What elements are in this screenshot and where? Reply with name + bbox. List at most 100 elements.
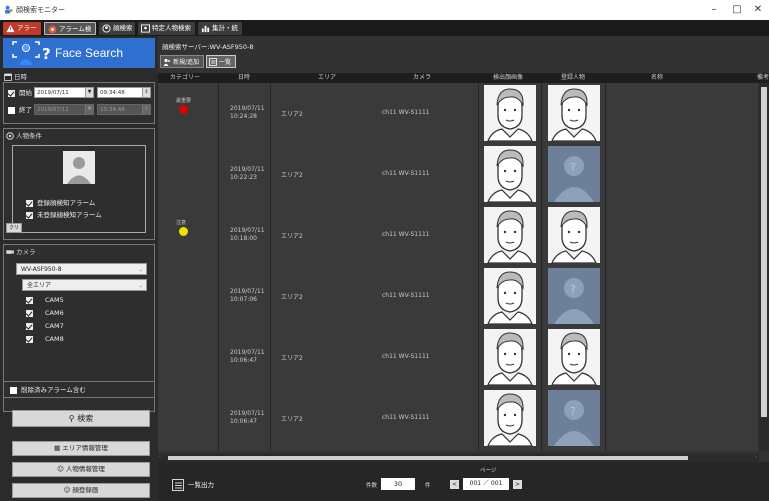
vertical-scrollbar[interactable] — [759, 83, 769, 451]
detected-face-image[interactable] — [484, 207, 536, 264]
start-time-spinner-icon[interactable]: ⇕ — [142, 88, 150, 97]
start-date-dropdown-icon[interactable]: ▼ — [85, 88, 93, 97]
detected-face-image[interactable] — [484, 268, 536, 325]
registered-face-image[interactable] — [548, 207, 600, 264]
registered-face-image[interactable]: ? — [548, 146, 600, 202]
vertical-scroll-thumb[interactable] — [761, 87, 767, 417]
registered-face-image[interactable] — [548, 85, 600, 142]
table-row[interactable]: 2019/07/11 10:07:06 エリア2 ch11 WV-S1111? — [158, 266, 758, 327]
include-cleared-checkbox-box[interactable] — [10, 386, 17, 394]
person-info-button[interactable]: ☺ 人物情報管理 — [12, 462, 150, 477]
area-select-chevron-icon: ⌄ — [138, 283, 143, 289]
tab-face-search[interactable]: 顔検索 — [99, 22, 135, 35]
start-checkbox-box[interactable] — [8, 89, 15, 97]
row-area: エリア2 — [281, 111, 303, 118]
cam-item[interactable]: CAM8 — [26, 334, 64, 344]
area-select[interactable]: 全エリア ⌄ — [22, 279, 147, 291]
svg-text:?: ? — [570, 283, 576, 296]
person-image-frame: 登録顔検知アラーム 未登録顔検知アラーム — [12, 145, 146, 233]
cam-item[interactable]: CAM6 — [26, 308, 64, 318]
header-registered-person[interactable]: 登録人物 — [543, 73, 603, 83]
face-search-logo-icon: ? — [12, 41, 51, 65]
subtab-list[interactable]: 一覧 — [206, 55, 236, 68]
row-time: 10:18:00 — [230, 235, 257, 242]
unregistered-alarm-checkbox-box[interactable] — [26, 211, 33, 219]
start-time-field[interactable]: 09:34:48 ⇕ — [97, 87, 151, 98]
registered-face-image[interactable]: ? — [548, 390, 600, 446]
search-panel: ? Face Search 日時 開始 2019/07/11 ▼ 09:34:4… — [0, 36, 158, 501]
registered-face-image[interactable] — [548, 329, 600, 386]
detected-face-image[interactable] — [484, 390, 536, 447]
horizontal-scrollbar[interactable]: ‹ › — [158, 454, 759, 462]
close-button[interactable]: ✕ — [746, 2, 769, 18]
scroll-left-icon[interactable]: ‹ — [159, 454, 161, 460]
server-select-value: WV-ASF950-8 — [21, 266, 62, 273]
count-field[interactable]: 30 — [381, 478, 415, 490]
minimize-button[interactable]: – — [702, 2, 726, 18]
table-row[interactable]: 注意 2019/07/11 10:18:00 エリア2 ch11 WV-S1111 — [158, 205, 758, 266]
registered-alarm-checkbox-box[interactable] — [26, 199, 33, 207]
cam-checkbox[interactable] — [26, 296, 33, 304]
table-row[interactable]: 2019/07/11 10:06:47 エリア2 ch11 WV-S1111 — [158, 327, 758, 388]
server-select[interactable]: WV-ASF950-8 ⌄ — [16, 263, 147, 275]
header-detected-face[interactable]: 検出顔画像 — [478, 73, 538, 83]
header-notes[interactable]: 備考 — [743, 73, 769, 83]
list-output-label: 一覧出力 — [188, 481, 214, 489]
header-datetime[interactable]: 日時 — [220, 73, 268, 83]
server-select-chevron-icon: ⌄ — [138, 267, 143, 273]
table-row[interactable]: 2019/07/11 10:06:47 エリア2 ch11 WV-S1111? — [158, 388, 758, 449]
header-name[interactable]: 名称 — [633, 73, 681, 83]
person-placeholder-image[interactable] — [63, 151, 95, 184]
registered-face-image[interactable]: ? — [548, 268, 600, 324]
end-checkbox[interactable]: 終了 — [8, 105, 32, 115]
page-prev-button[interactable]: < — [450, 480, 459, 489]
end-checkbox-box[interactable] — [8, 106, 15, 114]
row-time: 10:22:23 — [230, 174, 257, 181]
start-checkbox[interactable]: 開始 — [8, 88, 32, 98]
warning-icon — [6, 24, 15, 33]
detected-face-image[interactable] — [484, 85, 536, 142]
tab-statistics[interactable]: 集計・統計 — [198, 22, 242, 45]
camera-heading: カメラ — [6, 246, 36, 258]
datetime-heading-label: 日時 — [14, 73, 27, 81]
end-time-field[interactable]: 10:34:48 ⇕ — [97, 104, 151, 115]
list-output-button[interactable]: 一覧出力 — [172, 478, 214, 492]
header-category[interactable]: カテゴリー — [164, 73, 206, 83]
tab-specific-person[interactable]: 特定人物検索 — [138, 22, 195, 35]
unregistered-alarm-checkbox[interactable]: 未登録顔検知アラーム — [26, 210, 102, 220]
header-area[interactable]: エリア — [303, 73, 351, 83]
cam-checkbox[interactable] — [26, 322, 33, 330]
subtab-new[interactable]: 新規/追加 — [160, 55, 204, 68]
row-camera: ch11 WV-S1111 — [382, 292, 430, 299]
cam-item[interactable]: CAM7 — [26, 321, 64, 331]
tab-alarm-search[interactable]: アラーム検索 — [44, 22, 96, 46]
cam-checkbox[interactable] — [26, 309, 33, 317]
table-row[interactable]: 最重要 2019/07/11 10:24:28 エリア2 ch11 WV-S1111 — [158, 83, 758, 144]
start-date-field[interactable]: 2019/07/11 ▼ — [34, 87, 94, 98]
page-field[interactable]: 001 ／ 001 — [463, 478, 509, 490]
page-next-button[interactable]: > — [513, 480, 522, 489]
tab-alarm[interactable]: アラーム — [3, 22, 41, 45]
end-time-spinner-icon[interactable]: ⇕ — [142, 105, 150, 114]
row-time: 10:06:47 — [230, 418, 257, 425]
end-date-dropdown-icon[interactable]: ▼ — [85, 105, 93, 114]
cam-item[interactable]: CAM5 — [26, 295, 64, 305]
registered-alarm-checkbox[interactable]: 登録顔検知アラーム — [26, 198, 95, 208]
search-button[interactable]: ⚲ 検索 — [12, 410, 150, 427]
face-register-icon: ☺ — [63, 486, 71, 494]
list-icon — [209, 58, 217, 66]
include-cleared-checkbox[interactable]: 削除済みアラーム含む — [10, 385, 86, 395]
face-register-button[interactable]: ☺ 顔登録画 — [12, 483, 150, 498]
cam-checkbox[interactable] — [26, 335, 33, 343]
row-date: 2019/07/11 — [230, 227, 265, 234]
detected-face-image[interactable] — [484, 146, 536, 203]
detected-face-image[interactable] — [484, 329, 536, 386]
horizontal-scroll-thumb[interactable] — [168, 456, 688, 460]
clear-button[interactable]: クリア — [6, 223, 22, 240]
table-row[interactable]: 2019/07/11 10:22:23 エリア2 ch11 WV-S1111? — [158, 144, 758, 205]
scroll-right-icon[interactable]: › — [755, 454, 757, 460]
row-camera: ch11 WV-S1111 — [382, 109, 430, 116]
header-camera[interactable]: カメラ — [398, 73, 446, 83]
end-date-field[interactable]: 2019/07/11 ▼ — [34, 104, 94, 115]
area-info-button[interactable]: ▦ エリア情報管理 — [12, 441, 150, 456]
